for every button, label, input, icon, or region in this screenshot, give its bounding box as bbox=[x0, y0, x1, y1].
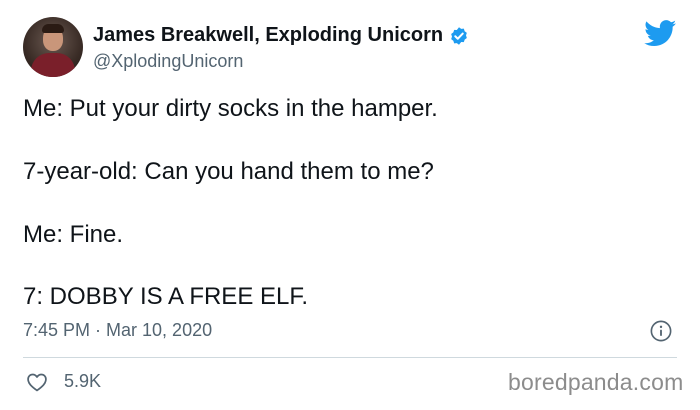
avatar-shirt bbox=[31, 53, 75, 77]
tweet-line: Me: Fine. bbox=[23, 221, 124, 248]
tweet-line: 7-year-old: Can you hand them to me? bbox=[23, 158, 434, 185]
verified-badge-icon bbox=[451, 26, 467, 45]
tweet-line: 7: DOBBY IS A FREE ELF. bbox=[23, 283, 309, 310]
tweet-card: James Breakwell, Exploding Unicorn @Xplo… bbox=[0, 0, 700, 410]
info-icon[interactable] bbox=[650, 320, 672, 342]
heart-icon[interactable] bbox=[26, 372, 48, 392]
author-display-name[interactable]: James Breakwell, Exploding Unicorn bbox=[93, 24, 443, 47]
tweet-timestamp[interactable]: 7:45 PM · Mar 10, 2020 bbox=[23, 320, 212, 341]
avatar[interactable] bbox=[23, 17, 83, 77]
watermark: boredpanda.com bbox=[508, 369, 684, 395]
avatar-hair bbox=[42, 24, 64, 33]
like-count[interactable]: 5.9K bbox=[64, 371, 101, 392]
author-handle[interactable]: @XplodingUnicorn bbox=[93, 51, 243, 72]
author-name-row: James Breakwell, Exploding Unicorn bbox=[93, 24, 469, 47]
twitter-logo-icon[interactable] bbox=[644, 20, 677, 47]
divider bbox=[23, 357, 677, 358]
tweet-line: Me: Put your dirty socks in the hamper. bbox=[23, 95, 438, 122]
